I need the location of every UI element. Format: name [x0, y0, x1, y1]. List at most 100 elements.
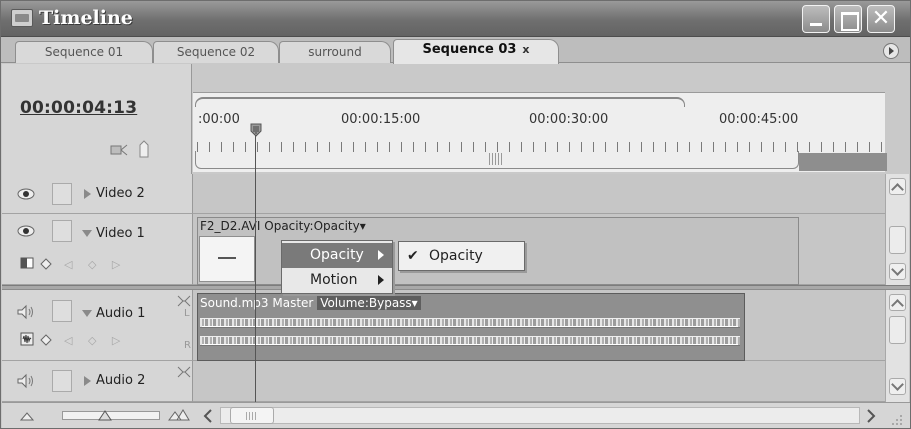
chevron-up-icon [891, 183, 904, 196]
volume-line[interactable] [202, 344, 738, 345]
speaker-icon[interactable] [16, 304, 36, 320]
maximize-button[interactable] [834, 5, 862, 33]
track-name: Video 2 [96, 186, 145, 201]
track-audio-2[interactable] [193, 361, 885, 402]
tab-close-icon[interactable]: x [522, 43, 529, 56]
tab-sequence-01[interactable]: Sequence 01 [15, 41, 153, 63]
resize-grip-icon[interactable] [890, 413, 904, 425]
tab-sequence-03[interactable]: Sequence 03 x [393, 39, 559, 64]
scroll-down-button[interactable] [889, 263, 906, 280]
scroll-right-icon[interactable] [866, 409, 876, 423]
submenu-item-label: Opacity [429, 248, 483, 264]
track-name: Video 1 [96, 226, 145, 241]
scroll-up-button[interactable] [889, 294, 906, 312]
dropdown-arrow-icon: ▾ [411, 296, 418, 310]
lock-toggle[interactable] [52, 370, 72, 392]
tab-label: Sequence 03 [422, 42, 517, 57]
horizontal-scrollbar[interactable] [220, 407, 860, 424]
current-timecode[interactable]: 00:00:04:13 [20, 98, 137, 118]
eye-icon[interactable] [16, 223, 36, 239]
sequence-tab-bar: Sequence 01 Sequence 02 surround Sequenc… [1, 37, 910, 64]
channel-label: Master [272, 296, 314, 310]
ruler-label: 00:00:30:00 [529, 112, 609, 127]
title-bar[interactable]: Timeline ✕ [1, 1, 910, 37]
ruler-out-area [799, 153, 887, 171]
keyframe-display-icon[interactable] [40, 258, 54, 272]
audio-clip[interactable]: Sound.mp3 Master Volume:Bypass▾ [197, 293, 745, 361]
clip-name: Sound.mp3 [200, 296, 269, 310]
current-time-indicator-line[interactable] [255, 135, 256, 410]
eye-icon[interactable] [16, 186, 36, 202]
window-title: Timeline [39, 7, 133, 29]
close-icon: ✕ [871, 6, 891, 31]
keyframe-navigator[interactable]: ◁ ◇ ▷ [64, 258, 126, 271]
menu-item-label: Motion [310, 272, 358, 288]
keyframe-display-icon[interactable] [40, 334, 54, 348]
waveform-display-icon[interactable] [20, 332, 34, 346]
lock-toggle[interactable] [52, 183, 72, 205]
submenu-item-opacity[interactable]: ✔ Opacity [399, 244, 524, 269]
collapse-triangle-icon[interactable] [82, 310, 92, 317]
scroll-thumb[interactable] [889, 226, 906, 254]
lock-toggle[interactable] [52, 220, 72, 242]
track-name: Audio 2 [96, 373, 146, 388]
scroll-thumb[interactable] [889, 316, 906, 344]
dropdown-arrow-icon[interactable]: ▾ [360, 219, 366, 233]
ruler-ticks [197, 136, 885, 152]
viewing-area-grip-icon[interactable] [489, 153, 503, 165]
playhead-icon[interactable] [250, 123, 262, 137]
chevron-up-icon [891, 299, 904, 312]
effect-dropdown[interactable]: Opacity:Opacity [264, 219, 359, 233]
ruler-label: 00:00:15:00 [341, 112, 421, 127]
effect-context-menu: Opacity Motion [281, 240, 393, 294]
sync-lock-icon[interactable] [177, 294, 191, 308]
track-name: Audio 1 [96, 306, 146, 321]
timeline-bottom-bar [2, 402, 910, 428]
sync-lock-icon[interactable] [177, 365, 191, 379]
menu-item-opacity[interactable]: Opacity [282, 243, 392, 268]
clip-label: Sound.mp3 Master Volume:Bypass▾ [200, 296, 421, 310]
work-area-bar[interactable] [195, 97, 685, 107]
zoom-slider-thumb-icon[interactable] [98, 409, 112, 421]
right-channel-label: R [184, 340, 191, 351]
keyframe-navigator[interactable]: ◁ ◇ ▷ [64, 334, 126, 347]
tab-label: surround [308, 45, 362, 59]
track-header-audio-2: Audio 2 [2, 361, 193, 402]
zoom-in-icon[interactable] [168, 409, 190, 421]
zoom-out-icon[interactable] [20, 411, 34, 421]
scroll-down-button[interactable] [889, 378, 906, 395]
collapse-triangle-icon[interactable] [82, 230, 92, 237]
track-video-2[interactable] [193, 174, 885, 214]
lock-toggle[interactable] [52, 300, 72, 322]
timeline-window: Timeline ✕ Sequence 01 Sequence 02 surro… [0, 0, 911, 429]
volume-line[interactable] [202, 326, 738, 327]
snap-icon[interactable] [110, 142, 128, 158]
minimize-button[interactable] [802, 5, 830, 33]
submenu-arrow-icon [378, 250, 384, 260]
scroll-left-icon[interactable] [203, 409, 213, 423]
volume-dropdown[interactable]: Volume:Bypass▾ [317, 296, 421, 310]
expand-triangle-icon[interactable] [84, 189, 91, 199]
clip-label: F2_D2.AVI Opacity:Opacity▾ [200, 219, 366, 233]
scroll-up-button[interactable] [889, 178, 906, 196]
timeline-app-icon [11, 9, 33, 27]
menu-item-motion[interactable]: Motion [282, 268, 392, 293]
tab-surround[interactable]: surround [279, 41, 391, 63]
volume-label: Volume:Bypass [320, 296, 412, 310]
horizontal-scroll-thumb[interactable] [230, 407, 274, 424]
tab-sequence-02[interactable]: Sequence 02 [153, 41, 279, 63]
expand-triangle-icon[interactable] [84, 376, 91, 386]
clip-thumbnail [199, 236, 255, 282]
track-header-audio-1: Audio 1 L R ◁ ◇ ▷ [2, 290, 193, 361]
speaker-icon[interactable] [16, 373, 36, 389]
marker-icon[interactable] [138, 140, 150, 158]
close-button[interactable]: ✕ [867, 5, 895, 33]
left-channel-label: L [184, 308, 190, 319]
video-tracks-scrollbar[interactable] [885, 174, 909, 285]
track-header-video-2: Video 2 [2, 174, 193, 214]
chevron-down-icon [891, 263, 904, 276]
panel-menu-button[interactable] [883, 43, 899, 59]
timecode-panel: 00:00:04:13 [2, 64, 192, 174]
display-style-icon[interactable] [20, 256, 34, 270]
audio-tracks-scrollbar[interactable] [885, 290, 909, 402]
